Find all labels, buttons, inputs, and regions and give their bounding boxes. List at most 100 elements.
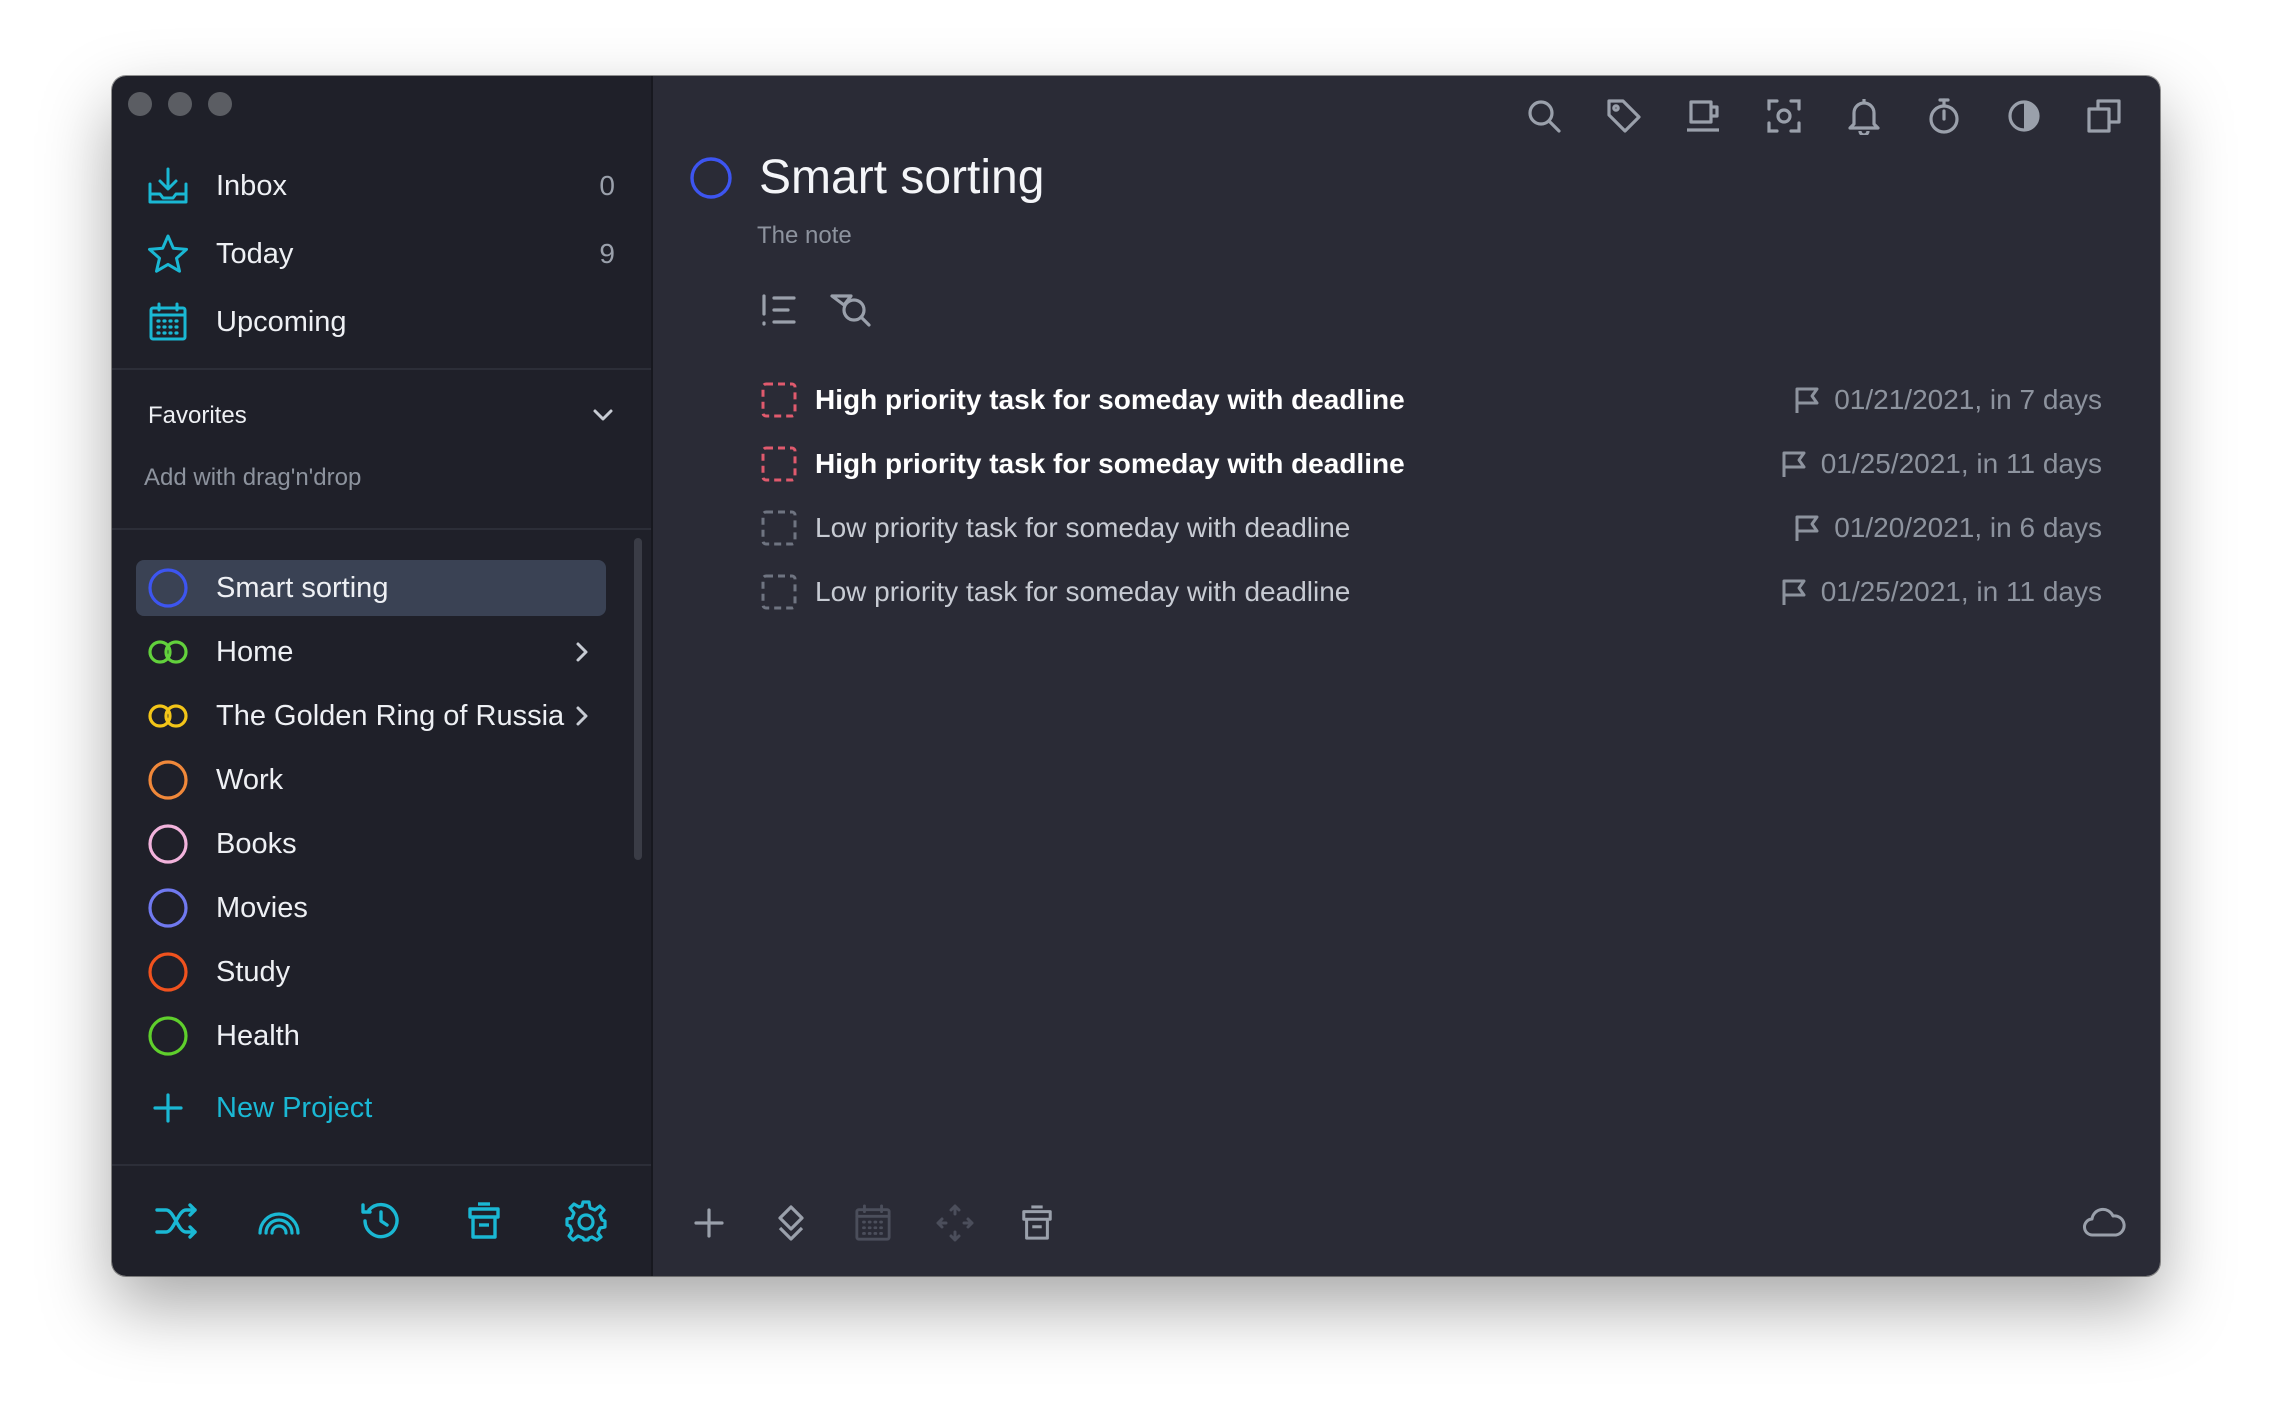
nav-item-upcoming[interactable]: Upcoming xyxy=(112,288,651,356)
nav-item-label: Upcoming xyxy=(216,305,347,338)
zoom-window-button[interactable] xyxy=(208,92,232,116)
chevron-right-icon[interactable] xyxy=(570,640,594,664)
task-deadline-text: 01/20/2021, in 6 days xyxy=(1834,512,2102,543)
focus-button[interactable] xyxy=(1764,96,1804,136)
favorites-title: Favorites xyxy=(148,402,247,429)
page-title[interactable]: Smart sorting xyxy=(759,150,1044,205)
project-item-work[interactable]: Work xyxy=(136,752,606,808)
project-label: Health xyxy=(216,1019,300,1052)
project-item-movies[interactable]: Movies xyxy=(136,880,606,936)
minimize-window-button[interactable] xyxy=(168,92,192,116)
settings-button[interactable] xyxy=(558,1193,614,1249)
rainbow-button[interactable] xyxy=(251,1193,307,1249)
task-title[interactable]: High priority task for someday with dead… xyxy=(815,448,1781,480)
sync-button[interactable] xyxy=(2078,1197,2130,1249)
project-item-study[interactable]: Study xyxy=(136,944,606,1000)
task-checkbox[interactable] xyxy=(761,382,797,418)
project-title-row: Smart sorting xyxy=(689,150,1044,205)
divider xyxy=(112,528,651,530)
project-label: Study xyxy=(216,955,291,988)
priority-button[interactable] xyxy=(765,1197,817,1249)
task-row[interactable]: Low priority task for someday with deadl… xyxy=(761,560,2102,624)
add-task-button[interactable] xyxy=(683,1197,735,1249)
task-row[interactable]: High priority task for someday with dead… xyxy=(761,368,2102,432)
close-window-button[interactable] xyxy=(128,92,152,116)
gear-icon xyxy=(565,1200,607,1242)
contrast-icon xyxy=(2008,100,2040,132)
priority-icon xyxy=(778,1205,804,1241)
filter-button[interactable] xyxy=(829,288,873,332)
task-deadline: 01/21/2021, in 7 days xyxy=(1794,384,2102,416)
schedule-button[interactable] xyxy=(847,1197,899,1249)
nav-item-today[interactable]: Today 9 xyxy=(112,220,651,288)
trash-button[interactable] xyxy=(456,1193,512,1249)
nav-item-inbox[interactable]: Inbox 0 xyxy=(112,152,651,220)
search-button[interactable] xyxy=(1524,96,1564,136)
main-pane: Smart sorting The note High priority tas… xyxy=(653,76,2160,1276)
favorites-header[interactable]: Favorites xyxy=(148,396,615,436)
break-button[interactable] xyxy=(1684,96,1724,136)
new-window-button[interactable] xyxy=(2084,96,2124,136)
project-label: Home xyxy=(216,635,294,668)
task-list: High priority task for someday with dead… xyxy=(761,368,2102,624)
project-circle-icon xyxy=(146,1014,190,1058)
shuffle-button[interactable] xyxy=(149,1193,205,1249)
timer-button[interactable] xyxy=(1924,96,1964,136)
project-label: Movies xyxy=(216,891,308,924)
tags-button[interactable] xyxy=(1604,96,1644,136)
task-deadline: 01/25/2021, in 11 days xyxy=(1781,448,2102,480)
flag-icon xyxy=(1782,579,1806,605)
task-row[interactable]: High priority task for someday with dead… xyxy=(761,432,2102,496)
top-toolbar xyxy=(1524,96,2124,136)
chevron-down-icon[interactable] xyxy=(591,402,615,430)
theme-button[interactable] xyxy=(2004,96,2044,136)
chevron-right-icon[interactable] xyxy=(570,704,594,728)
nav-item-count: 9 xyxy=(599,238,615,269)
search-icon xyxy=(1528,100,1561,133)
sidebar-scrollbar[interactable] xyxy=(634,538,642,860)
task-title[interactable]: Low priority task for someday with deadl… xyxy=(815,576,1781,608)
sidebar-footer xyxy=(112,1166,651,1276)
calendar-icon xyxy=(855,1204,891,1241)
task-checkbox[interactable] xyxy=(761,510,797,546)
project-label: Books xyxy=(216,827,297,860)
tag-icon xyxy=(1607,99,1641,133)
project-circle-icon xyxy=(689,156,733,200)
task-deadline-text: 01/25/2021, in 11 days xyxy=(1820,576,2102,607)
flag-icon xyxy=(1782,451,1806,477)
trash-icon xyxy=(467,1202,500,1239)
main-footer xyxy=(683,1186,2130,1260)
task-row[interactable]: Low priority task for someday with deadl… xyxy=(761,496,2102,560)
task-title[interactable]: Low priority task for someday with deadl… xyxy=(815,512,1794,544)
history-icon xyxy=(361,1202,400,1239)
project-item-books[interactable]: Books xyxy=(136,816,606,872)
project-list: Smart sorting Home The Golden Ring of Ru… xyxy=(136,560,606,1144)
trash-icon xyxy=(1022,1205,1052,1240)
copy-window-icon xyxy=(2087,99,2121,133)
task-checkbox[interactable] xyxy=(761,574,797,610)
project-item-health[interactable]: Health xyxy=(136,1008,606,1064)
nav-item-label: Today xyxy=(216,237,294,270)
reminders-button[interactable] xyxy=(1844,96,1884,136)
history-button[interactable] xyxy=(353,1193,409,1249)
task-title[interactable]: High priority task for someday with dead… xyxy=(815,384,1794,416)
project-item-golden-ring[interactable]: The Golden Ring of Russia xyxy=(136,688,606,744)
project-rings-icon xyxy=(146,630,190,674)
star-icon xyxy=(146,232,190,276)
flag-icon xyxy=(1795,515,1819,541)
move-button[interactable] xyxy=(929,1197,981,1249)
project-circle-icon xyxy=(146,886,190,930)
project-note[interactable]: The note xyxy=(757,222,852,250)
delete-button[interactable] xyxy=(1011,1197,1063,1249)
new-project-button[interactable]: New Project xyxy=(136,1072,606,1144)
sort-button[interactable] xyxy=(757,288,801,332)
plus-icon xyxy=(146,1086,190,1130)
task-checkbox[interactable] xyxy=(761,446,797,482)
sidebar: Inbox 0 Today 9 Upcoming Favorites Add w… xyxy=(112,76,653,1276)
rainbow-icon xyxy=(258,1212,300,1235)
new-project-label: New Project xyxy=(216,1091,373,1124)
project-item-home[interactable]: Home xyxy=(136,624,606,680)
project-circle-icon xyxy=(146,566,190,610)
cloud-icon xyxy=(2083,1207,2126,1237)
project-item-smart-sorting[interactable]: Smart sorting xyxy=(136,560,606,616)
